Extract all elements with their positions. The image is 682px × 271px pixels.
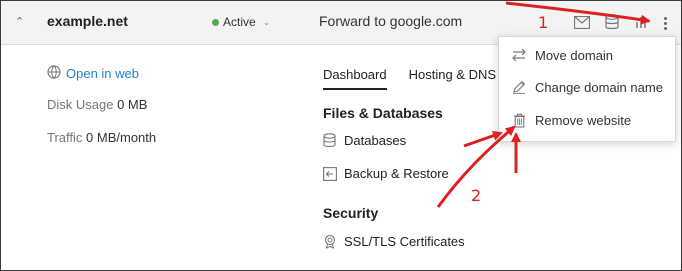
database-icon xyxy=(322,133,337,148)
stats-icon[interactable] xyxy=(633,13,651,31)
more-options-menu: Move domain Change domain name Remove we… xyxy=(498,36,676,142)
annotation-number-2: 2 xyxy=(471,186,482,205)
ssl-certificates-link[interactable]: SSL/TLS Certificates xyxy=(322,234,465,249)
security-title: Security xyxy=(323,205,379,221)
domain-panel: ⌃ example.net Active ⌄ Forward to google… xyxy=(0,0,682,271)
ssl-certificates-label: SSL/TLS Certificates xyxy=(344,234,465,249)
trash-icon xyxy=(511,112,527,128)
domain-tabs: Dashboard Hosting & DNS xyxy=(323,67,496,90)
certificate-icon xyxy=(322,234,337,249)
files-databases-title: Files & Databases xyxy=(323,105,443,121)
annotation-arrow-2b xyxy=(463,130,503,148)
traffic: Traffic 0 MB/month xyxy=(47,130,156,145)
menu-item-remove-website[interactable]: Remove website xyxy=(499,105,675,135)
menu-item-move-domain[interactable]: Move domain xyxy=(499,40,675,70)
database-icon[interactable] xyxy=(603,13,621,31)
traffic-label: Traffic xyxy=(47,130,83,145)
open-in-web-link[interactable]: Open in web xyxy=(47,65,139,82)
backup-restore-label: Backup & Restore xyxy=(344,166,449,181)
swap-arrows-icon xyxy=(511,47,527,63)
disk-usage-label: Disk Usage xyxy=(47,97,114,112)
menu-item-label: Move domain xyxy=(535,47,614,63)
backup-restore-link[interactable]: Backup & Restore xyxy=(322,166,449,181)
pencil-icon xyxy=(511,79,527,95)
traffic-value: 0 MB/month xyxy=(86,130,157,145)
globe-icon xyxy=(47,65,61,82)
hosting-type: Forward to google.com xyxy=(319,13,463,29)
row-actions xyxy=(573,13,651,31)
domain-name[interactable]: example.net xyxy=(47,13,128,29)
status-label: Active xyxy=(223,15,256,29)
collapse-caret-icon[interactable]: ⌃ xyxy=(15,15,24,28)
menu-item-change-domain-name[interactable]: Change domain name xyxy=(499,72,675,102)
backup-icon xyxy=(322,166,337,181)
chevron-down-icon: ⌄ xyxy=(262,16,271,27)
tab-hosting-dns[interactable]: Hosting & DNS xyxy=(409,67,496,90)
menu-item-label: Change domain name xyxy=(535,79,663,95)
menu-item-label: Remove website xyxy=(535,112,632,128)
databases-label: Databases xyxy=(344,133,407,148)
databases-link[interactable]: Databases xyxy=(322,133,406,148)
status-dropdown[interactable]: Active ⌄ xyxy=(212,15,270,29)
open-in-web-label: Open in web xyxy=(66,66,139,81)
disk-usage: Disk Usage 0 MB xyxy=(47,97,147,112)
tab-dashboard[interactable]: Dashboard xyxy=(323,67,387,90)
annotation-number-1: 1 xyxy=(538,13,549,32)
disk-usage-value: 0 MB xyxy=(117,97,148,112)
mail-icon[interactable] xyxy=(573,13,591,31)
more-options-icon[interactable] xyxy=(659,13,671,33)
status-dot-icon xyxy=(212,18,219,26)
